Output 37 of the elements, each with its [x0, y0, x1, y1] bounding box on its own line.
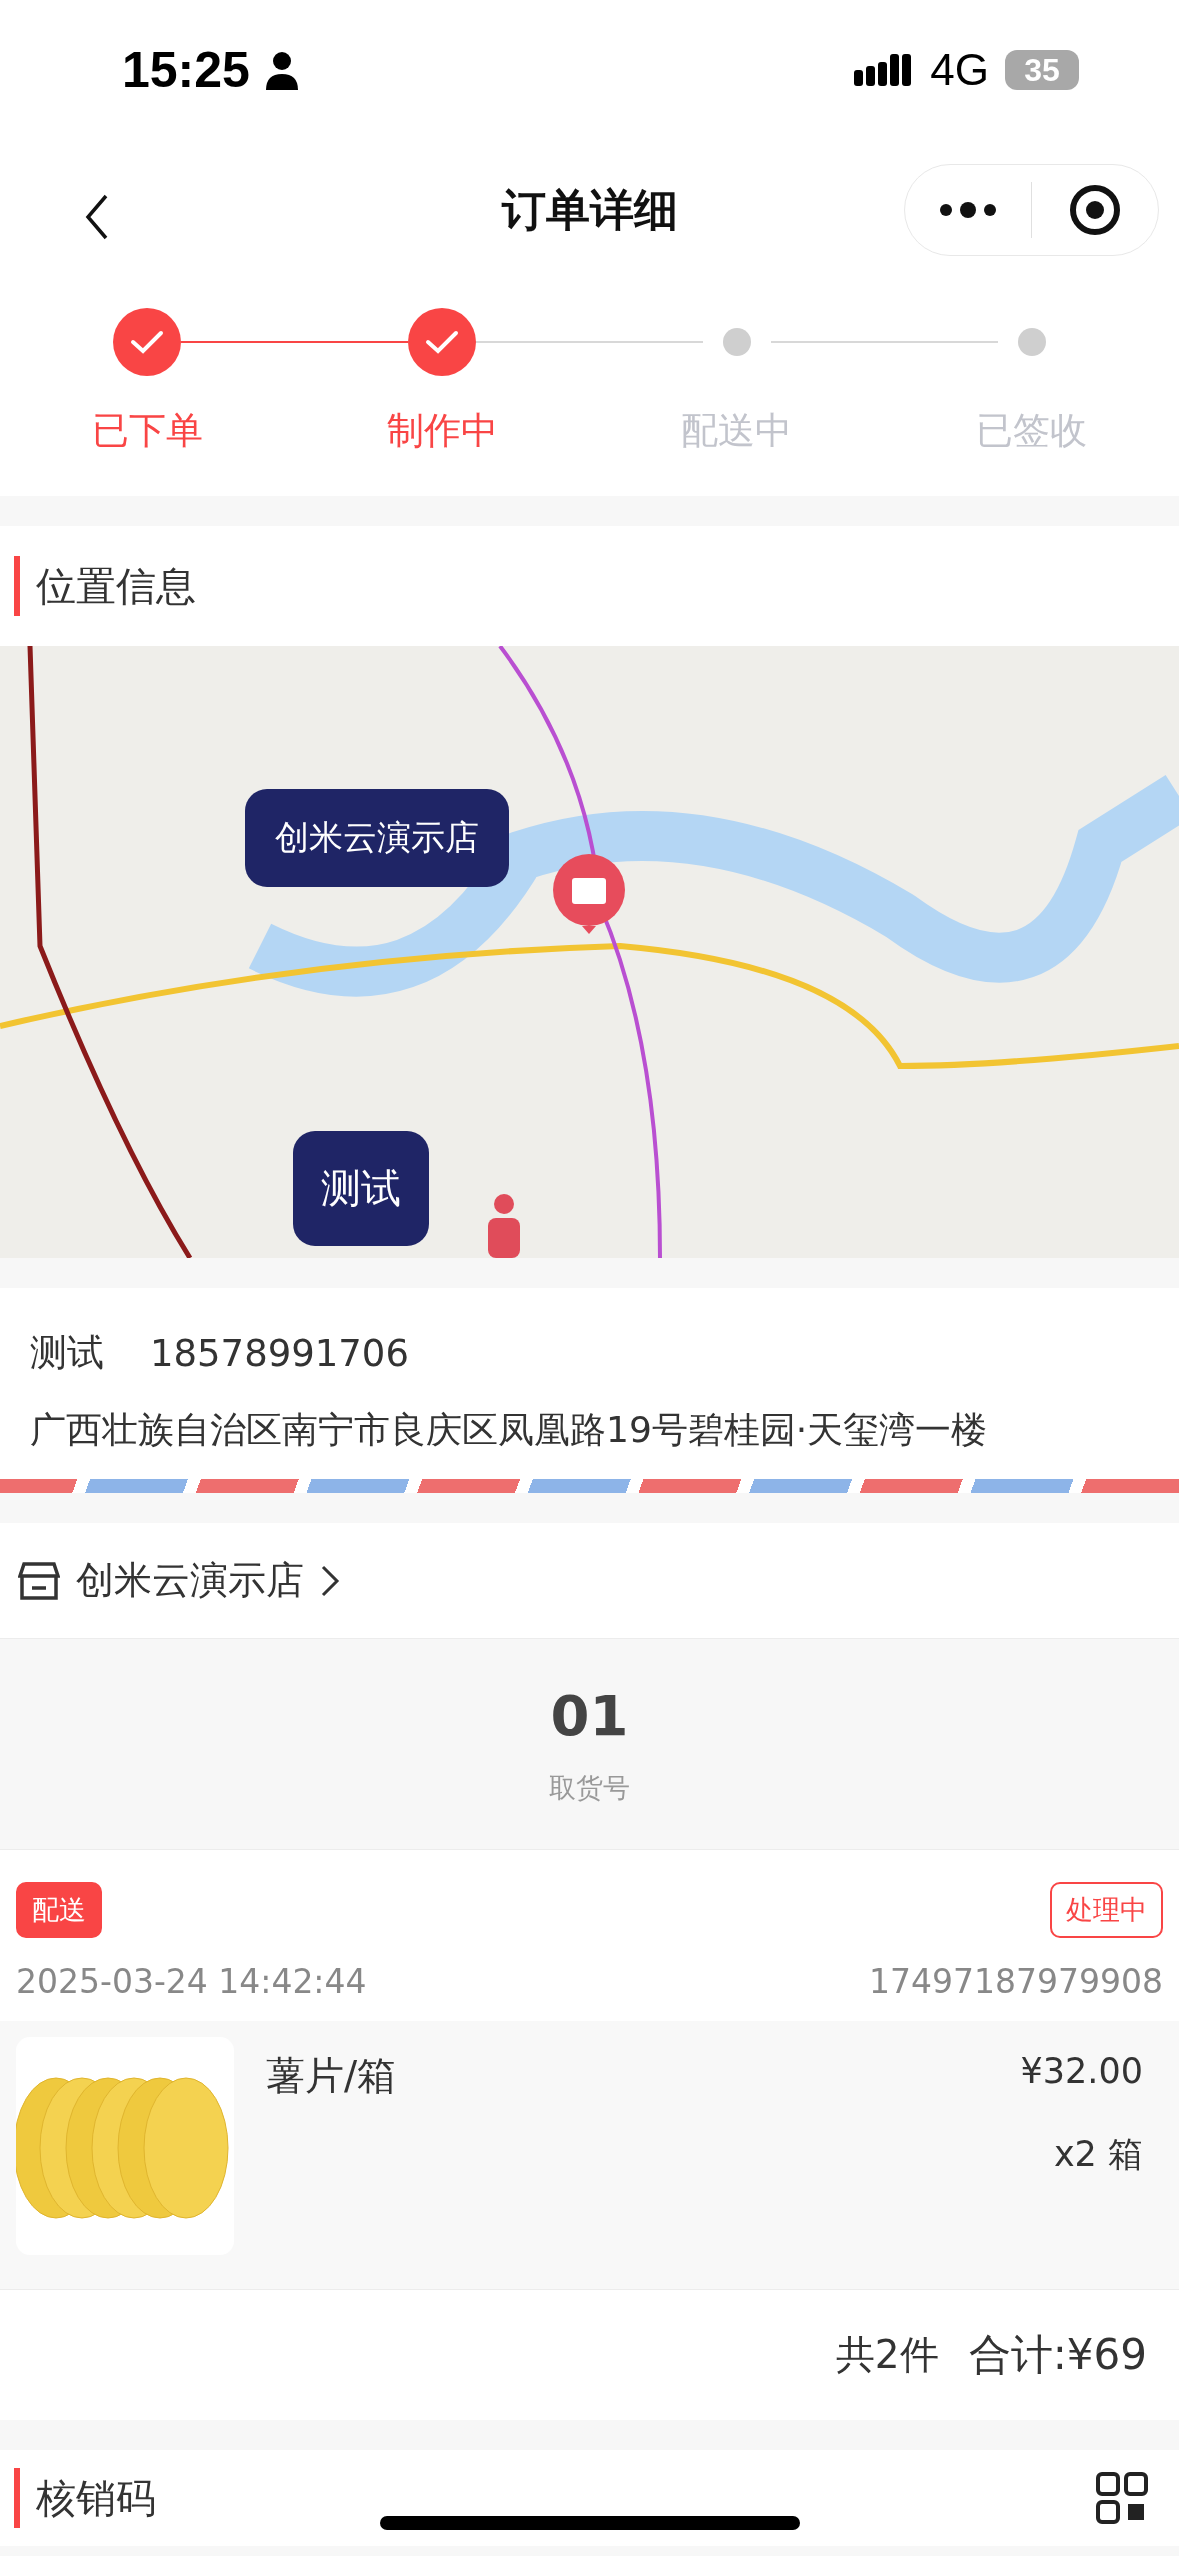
network-label: 4G	[930, 45, 989, 95]
order-number: 17497187979908	[869, 1962, 1163, 2001]
person-pin-icon	[486, 1194, 522, 1258]
store-link[interactable]: 创米云演示店	[18, 1555, 340, 1606]
delivery-tag: 配送	[16, 1882, 102, 1938]
battery-icon: 35	[1005, 50, 1079, 90]
step-label: 制作中	[386, 408, 498, 454]
product-price: ¥32.00	[1020, 2051, 1143, 2091]
contact-name: 测试	[30, 1330, 104, 1376]
section-title: 位置信息	[36, 561, 196, 611]
contact-phone: 18578991706	[150, 1331, 409, 1375]
shop-pin-icon	[552, 854, 626, 934]
more-icon	[938, 200, 998, 220]
status-time: 15:25	[122, 41, 250, 99]
page-title: 订单详细	[501, 182, 678, 237]
status-tag: 处理中	[1050, 1882, 1163, 1938]
order-total: 合计:¥69	[968, 2329, 1147, 2381]
section-accent-bar	[14, 556, 20, 616]
chevron-right-icon	[320, 1563, 340, 1598]
map-marker-label: 测试	[293, 1131, 429, 1246]
step-label: 已签收	[976, 408, 1088, 454]
target-icon	[1068, 183, 1122, 237]
order-time: 2025-03-24 14:42:44	[16, 1962, 367, 2001]
pickup-number: 01	[550, 1682, 629, 1748]
step-label: 已下单	[91, 408, 203, 454]
qr-code-icon[interactable]	[1095, 2471, 1149, 2525]
store-icon	[18, 1559, 60, 1602]
product-name: 薯片/箱	[266, 2053, 397, 2098]
section-title: 核销码	[36, 2473, 156, 2523]
product-quantity: x2 箱	[1053, 2133, 1143, 2176]
step-label: 配送中	[681, 408, 793, 454]
section-accent-bar	[14, 2468, 20, 2528]
person-icon	[263, 50, 300, 90]
item-count: 共2件	[835, 2331, 939, 2379]
pickup-label: 取货号	[549, 1770, 630, 1805]
contact-address: 广西壮族自治区南宁市良庆区凤凰路19号碧桂园·天玺湾一楼	[30, 1408, 989, 1452]
map-marker-label: 创米云演示店	[245, 789, 509, 887]
